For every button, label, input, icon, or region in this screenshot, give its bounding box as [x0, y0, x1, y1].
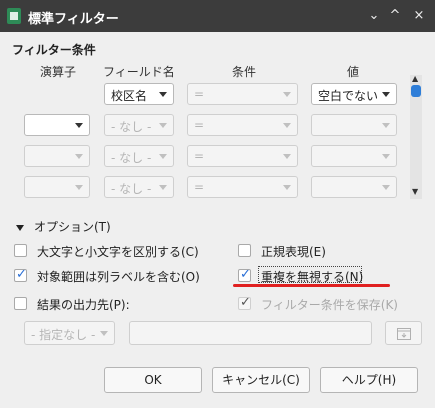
field-name-value: 校区名 [111, 89, 148, 103]
chevron-down-icon [159, 123, 167, 128]
expander-triangle-icon [16, 224, 24, 231]
ok-button[interactable]: OK [104, 367, 202, 393]
no-duplicates-checkbox[interactable] [238, 267, 251, 282]
field-name-select-4[interactable]: - なし - [104, 176, 174, 198]
field-name-header: フィールド名 [103, 65, 175, 79]
minimize-icon[interactable]: ⌄ [364, 6, 384, 26]
condition-select-1[interactable]: = [187, 83, 298, 105]
operator-header: 演算子 [40, 65, 77, 79]
output-range-input[interactable] [129, 321, 372, 345]
close-icon[interactable]: × [409, 6, 429, 26]
field-name-select-3[interactable]: - なし - [104, 145, 174, 167]
chevron-down-icon [283, 123, 291, 128]
window-title: 標準フィルター [28, 12, 119, 27]
keep-criteria-checkbox[interactable] [238, 295, 251, 310]
keep-criteria-label: フィルター条件を保存(K) [261, 298, 398, 312]
conditions-scrollbar[interactable]: ▲ ▼ [410, 74, 422, 199]
shrink-range-button[interactable] [385, 321, 422, 345]
condition-value: = [194, 118, 205, 132]
range-has-headers-label: 対象範囲は列ラベルを含む(O) [37, 270, 200, 284]
chevron-down-icon [382, 123, 390, 128]
condition-select-2[interactable]: = [187, 114, 298, 136]
chevron-down-icon [283, 92, 291, 97]
value-combo-3[interactable] [311, 145, 397, 167]
filter-criteria-heading: フィルター条件 [12, 43, 96, 57]
value-combo-1[interactable]: 空白でない [311, 83, 397, 105]
red-underline-annotation [233, 284, 390, 287]
regex-label: 正規表現(E) [261, 245, 326, 259]
value-combo-2[interactable] [311, 114, 397, 136]
case-sensitive-checkbox[interactable] [14, 244, 27, 257]
value-combo-4[interactable] [311, 176, 397, 198]
title-bar: 標準フィルター ⌄ ^ × [0, 0, 435, 32]
operator-select-2[interactable] [24, 114, 90, 136]
shrink-icon [396, 328, 411, 340]
field-name-select-1[interactable]: 校区名 [104, 83, 174, 105]
condition-value: = [194, 180, 205, 194]
range-has-headers-checkbox[interactable] [14, 267, 27, 282]
chevron-down-icon [100, 331, 108, 336]
options-expander[interactable]: オプション(T) [16, 218, 111, 235]
scroll-down-icon[interactable]: ▼ [412, 187, 418, 196]
condition-select-4[interactable]: = [187, 176, 298, 198]
field-name-value: - なし - [111, 151, 152, 165]
condition-value: = [194, 149, 205, 163]
field-name-value: - なし - [111, 182, 152, 196]
options-expander-label: オプション(T) [34, 220, 111, 234]
condition-value: = [194, 87, 205, 101]
output-target-value: - 指定なし - [31, 328, 96, 342]
condition-select-3[interactable]: = [187, 145, 298, 167]
scrollbar-thumb[interactable] [411, 85, 421, 97]
chevron-down-icon [382, 154, 390, 159]
chevron-down-icon [159, 154, 167, 159]
copy-results-label: 結果の出力先(P): [37, 298, 130, 312]
standard-filter-dialog: 標準フィルター ⌄ ^ × フィルター条件 演算子 フィールド名 条件 値 校区… [0, 0, 435, 408]
cancel-button[interactable]: キャンセル(C) [212, 367, 310, 393]
field-name-select-2[interactable]: - なし - [104, 114, 174, 136]
operator-select-3[interactable] [24, 145, 90, 167]
chevron-down-icon [283, 185, 291, 190]
calc-app-icon [7, 8, 21, 24]
value-header: 値 [347, 65, 360, 79]
scroll-up-icon[interactable]: ▲ [412, 74, 418, 83]
chevron-down-icon [75, 123, 83, 128]
chevron-down-icon [75, 154, 83, 159]
output-target-select[interactable]: - 指定なし - [24, 321, 115, 345]
field-name-value: - なし - [111, 120, 152, 134]
chevron-down-icon [283, 154, 291, 159]
copy-results-checkbox[interactable] [14, 297, 27, 310]
no-duplicates-label: 重複を無視する(N) [261, 270, 364, 284]
condition-header: 条件 [232, 65, 257, 79]
chevron-down-icon [159, 185, 167, 190]
chevron-down-icon [159, 92, 167, 97]
operator-select-4[interactable] [24, 176, 90, 198]
chevron-down-icon [75, 185, 83, 190]
case-sensitive-label: 大文字と小文字を区別する(C) [37, 245, 199, 259]
chevron-down-icon [382, 185, 390, 190]
maximize-icon[interactable]: ^ [385, 6, 405, 26]
regex-checkbox[interactable] [238, 244, 251, 257]
value-text: 空白でない [318, 89, 379, 103]
help-button[interactable]: ヘルプ(H) [320, 367, 418, 393]
chevron-down-icon [382, 92, 390, 97]
